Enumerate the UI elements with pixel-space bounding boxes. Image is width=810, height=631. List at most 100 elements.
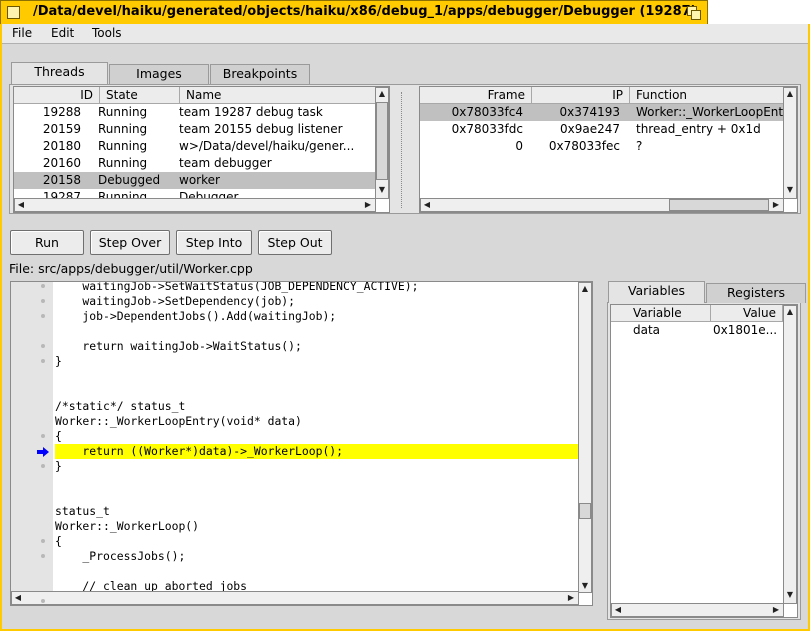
variable-value: 0x1801e... — [713, 323, 778, 337]
splitter-handle[interactable] — [401, 92, 403, 208]
menu-file[interactable]: File — [12, 26, 32, 40]
source-line — [55, 369, 579, 384]
breakpoint-gutter[interactable] — [11, 282, 53, 605]
menu-tools[interactable]: Tools — [92, 26, 122, 40]
thread-name: worker — [179, 173, 220, 187]
column-header-name[interactable]: Name — [180, 87, 376, 104]
scroll-left-icon[interactable]: ◀ — [15, 199, 27, 211]
scroll-left-icon[interactable]: ◀ — [612, 604, 624, 616]
thread-state: Running — [98, 139, 148, 153]
thread-state: Debugged — [98, 173, 161, 187]
scroll-right-icon[interactable]: ▶ — [770, 199, 782, 211]
scroll-left-icon[interactable]: ◀ — [12, 592, 24, 604]
tab-registers[interactable]: Registers — [706, 283, 806, 303]
breakpoint-slot-marker[interactable] — [41, 284, 45, 288]
source-line — [55, 489, 579, 504]
column-header-value[interactable]: Value — [711, 305, 783, 322]
scroll-thumb[interactable] — [669, 199, 769, 211]
scroll-left-icon[interactable]: ◀ — [421, 199, 433, 211]
stack-frame-address: 0x78033fdc — [451, 122, 523, 136]
scroll-up-icon[interactable]: ▲ — [579, 283, 591, 295]
variables-list-header: Variable Value — [611, 305, 797, 322]
thread-name: team 19287 debug task — [179, 105, 323, 119]
thread-id: 20158 — [42, 173, 81, 187]
stack-frame-row[interactable]: 0x78033fc4 0x374193 Worker::_WorkerLoopEnt… — [420, 104, 783, 121]
instruction-pointer-icon — [37, 446, 49, 457]
thread-state: Running — [98, 156, 148, 170]
thread-row[interactable]: 19288 Running team 19287 debug task — [14, 104, 375, 121]
breakpoint-slot-marker[interactable] — [41, 539, 45, 543]
source-line: waitingJob->SetWaitStatus(JOB_DEPENDENCY… — [55, 281, 419, 293]
step-into-button[interactable]: Step Into — [176, 230, 252, 255]
column-header-ip[interactable]: IP — [532, 87, 630, 104]
source-view[interactable]: waitingJob->SetWaitStatus(JOB_DEPENDENCY… — [10, 281, 593, 606]
source-line: { — [55, 534, 62, 548]
breakpoint-slot-marker[interactable] — [41, 599, 45, 603]
zoom-window-icon[interactable] — [687, 6, 701, 20]
source-line: _ProcessJobs(); — [55, 549, 186, 563]
scroll-down-icon[interactable]: ▼ — [579, 580, 591, 592]
stack-frame-row[interactable]: 0x78033fdc 0x9ae247 thread_entry + 0x1d — [420, 121, 783, 138]
breakpoint-slot-marker[interactable] — [41, 314, 45, 318]
breakpoint-slot-marker[interactable] — [41, 344, 45, 348]
step-out-button[interactable]: Step Out — [258, 230, 332, 255]
thread-row[interactable]: 20160 Running team debugger — [14, 155, 375, 172]
source-line — [55, 564, 579, 579]
breakpoint-slot-marker[interactable] — [41, 359, 45, 363]
source-horizontal-scrollbar[interactable]: ◀ ▶ — [11, 591, 579, 605]
thread-row[interactable]: 20158 Debugged worker — [14, 172, 375, 189]
source-line: } — [55, 459, 62, 473]
stack-list-vertical-scrollbar[interactable]: ▲ ▼ — [783, 87, 797, 199]
column-header-id[interactable]: ID — [14, 87, 100, 104]
tab-variables[interactable]: Variables — [608, 281, 705, 303]
stack-list-horizontal-scrollbar[interactable]: ◀ ▶ — [420, 198, 784, 212]
variables-horizontal-scrollbar[interactable]: ◀ ▶ — [611, 603, 784, 617]
run-button[interactable]: Run — [10, 230, 84, 255]
stack-frame-function: Worker::_WorkerLoopEntry — [636, 105, 783, 119]
scroll-thumb[interactable] — [376, 102, 388, 180]
close-window-icon[interactable] — [7, 6, 20, 19]
thread-list-horizontal-scrollbar[interactable]: ◀ ▶ — [14, 198, 376, 212]
thread-row[interactable]: 20159 Running team 20155 debug listener — [14, 121, 375, 138]
column-header-function[interactable]: Function — [630, 87, 785, 104]
thread-id: 20180 — [42, 139, 81, 153]
source-line: status_t — [55, 504, 110, 518]
menu-edit[interactable]: Edit — [51, 26, 74, 40]
scroll-right-icon[interactable]: ▶ — [362, 199, 374, 211]
breakpoint-slot-marker[interactable] — [41, 434, 45, 438]
thread-list-header: ID State Name — [14, 87, 389, 104]
column-header-frame[interactable]: Frame — [420, 87, 532, 104]
thread-list-vertical-scrollbar[interactable]: ▲ ▼ — [375, 87, 389, 199]
scroll-thumb[interactable] — [579, 503, 591, 519]
step-over-button[interactable]: Step Over — [90, 230, 170, 255]
scroll-right-icon[interactable]: ▶ — [565, 592, 577, 604]
thread-name: team debugger — [179, 156, 272, 170]
thread-id: 19288 — [42, 105, 81, 119]
scroll-right-icon[interactable]: ▶ — [770, 604, 782, 616]
variables-vertical-scrollbar[interactable]: ▲ ▼ — [783, 305, 797, 604]
stack-frame-row[interactable]: 0 0x78033fec? — [420, 138, 783, 155]
stack-frame-ip: 0x374193 — [559, 105, 620, 119]
source-line: } — [55, 354, 62, 368]
scroll-down-icon[interactable]: ▼ — [784, 589, 796, 601]
source-line — [55, 474, 579, 489]
source-vertical-scrollbar[interactable]: ▲ ▼ — [578, 282, 592, 593]
scroll-up-icon[interactable]: ▲ — [376, 88, 388, 100]
scroll-down-icon[interactable]: ▼ — [376, 184, 388, 196]
breakpoint-slot-marker[interactable] — [41, 554, 45, 558]
scroll-up-icon[interactable]: ▲ — [784, 306, 796, 318]
variable-row[interactable]: data 0x1801e... — [611, 322, 783, 339]
column-header-variable[interactable]: Variable — [611, 305, 711, 322]
tab-threads[interactable]: Threads — [11, 62, 108, 84]
stack-frame-function: thread_entry + 0x1d — [636, 122, 761, 136]
column-header-state[interactable]: State — [100, 87, 180, 104]
breakpoint-slot-marker[interactable] — [41, 464, 45, 468]
tab-breakpoints[interactable]: Breakpoints — [210, 64, 310, 84]
scroll-down-icon[interactable]: ▼ — [784, 184, 796, 196]
breakpoint-slot-marker[interactable] — [41, 299, 45, 303]
window-title: /Data/devel/haiku/generated/objects/haik… — [33, 4, 697, 19]
window-title-tab[interactable]: /Data/devel/haiku/generated/objects/haik… — [0, 0, 708, 24]
tab-images[interactable]: Images — [109, 64, 209, 84]
thread-row[interactable]: 20180 Running w>/Data/devel/haiku/gener... — [14, 138, 375, 155]
scroll-up-icon[interactable]: ▲ — [784, 88, 796, 100]
